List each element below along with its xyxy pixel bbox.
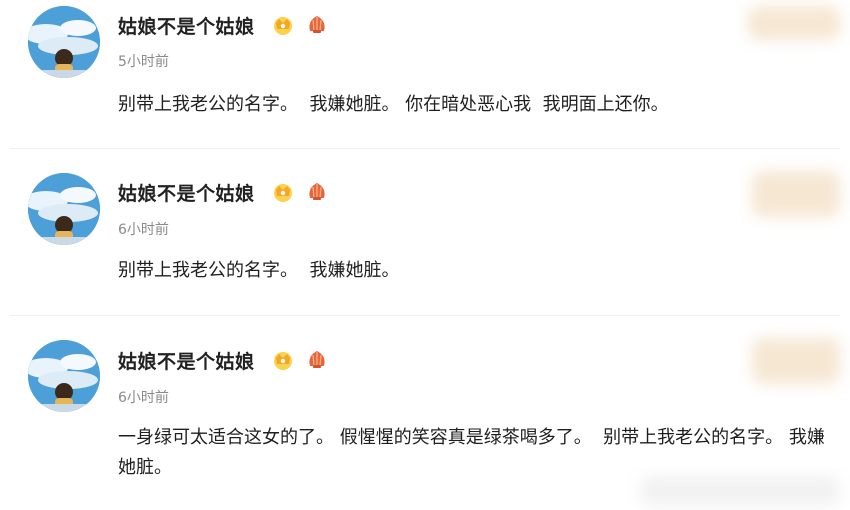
crown-badge-icon[interactable] [272, 181, 294, 203]
comment-feed: 姑娘不是个姑娘 5小时前 别带上我老公的名字。 我嫌她脏。 你在暗处恶心我 我明… [0, 0, 850, 510]
shell-badge-icon[interactable] [306, 349, 328, 371]
comment-item: 姑娘不是个姑娘 6小时前 别带上我老公的名字。 我嫌她脏。 [0, 149, 850, 315]
comment-time: 5小时前 [118, 54, 169, 70]
avatar[interactable] [28, 340, 100, 412]
comment-time: 6小时前 [118, 222, 169, 238]
comment-item: 姑娘不是个姑娘 6小时前 一身绿可太适合这女的了。 假惺惺的笑容真是绿茶喝多了。… [0, 316, 850, 510]
blurred-area [640, 476, 840, 506]
username[interactable]: 姑娘不是个姑娘 [118, 347, 255, 374]
shell-badge-icon[interactable] [306, 14, 328, 36]
comment-text: 别带上我老公的名字。 我嫌她脏。 你在暗处恶心我 我明面上还你。 [118, 94, 669, 115]
username[interactable]: 姑娘不是个姑娘 [118, 179, 255, 206]
blurred-area [748, 6, 840, 40]
comment-text: 一身绿可太适合这女的了。 假惺惺的笑容真是绿茶喝多了。 别带上我老公的名字。 我… [118, 427, 825, 478]
blurred-area [752, 338, 840, 384]
sky-avatar-icon [28, 6, 100, 78]
crown-badge-icon[interactable] [272, 14, 294, 36]
sky-avatar-icon [28, 173, 100, 245]
sky-avatar-icon [28, 340, 100, 412]
comment-item: 姑娘不是个姑娘 5小时前 别带上我老公的名字。 我嫌她脏。 你在暗处恶心我 我明… [0, 0, 850, 148]
crown-badge-icon[interactable] [272, 349, 294, 371]
comment-time: 6小时前 [118, 390, 169, 406]
username[interactable]: 姑娘不是个姑娘 [118, 12, 255, 39]
avatar[interactable] [28, 6, 100, 78]
avatar[interactable] [28, 173, 100, 245]
shell-badge-icon[interactable] [306, 181, 328, 203]
blurred-area [752, 171, 840, 217]
comment-text: 别带上我老公的名字。 我嫌她脏。 [118, 260, 400, 281]
